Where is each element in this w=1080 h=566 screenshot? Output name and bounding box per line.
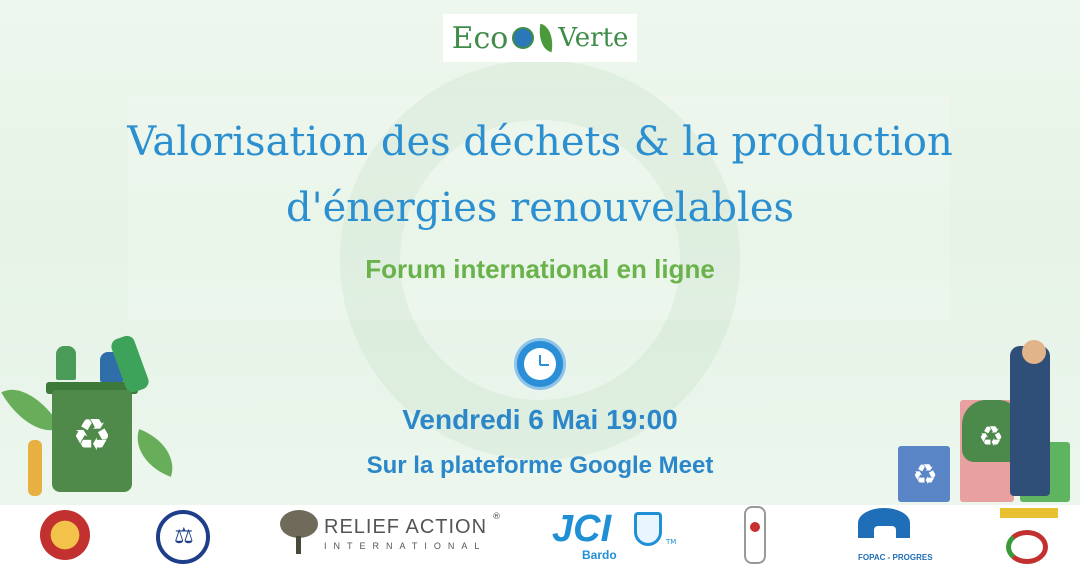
fopac-logo bbox=[858, 508, 916, 552]
logo-text-eco: Eco bbox=[451, 20, 509, 56]
ecoverte-logo: Eco Verte bbox=[443, 14, 637, 62]
scale-icon: ⚖ bbox=[174, 524, 194, 549]
jci-chapter-label: Bardo bbox=[582, 548, 617, 562]
event-date-time: Vendredi 6 Mai 19:00 bbox=[402, 404, 678, 435]
event-title-line1: Valorisation des déchets & la production bbox=[127, 119, 953, 165]
child-illustration bbox=[28, 440, 42, 496]
recycle-icon: ♻ bbox=[978, 420, 1004, 453]
fopac-label: FOPAC - PROGRES bbox=[858, 553, 933, 562]
relief-action-tree-logo bbox=[278, 510, 320, 554]
justice-scale-logo: ⚖ bbox=[156, 510, 210, 564]
person-illustration bbox=[56, 346, 76, 380]
jci-logo-text: JCI bbox=[552, 508, 612, 550]
relief-action-subtitle: INTERNATIONAL bbox=[324, 541, 487, 551]
jci-trademark: TM bbox=[666, 538, 677, 546]
relief-action-name: RELIEF ACTION bbox=[324, 516, 488, 538]
partner-logo-ring bbox=[1000, 508, 1058, 564]
logo-text-verte: Verte bbox=[558, 23, 629, 53]
recycle-icon: ♻ bbox=[72, 410, 112, 461]
relief-action-registered-mark: ® bbox=[492, 512, 501, 522]
globe-icon bbox=[512, 27, 535, 49]
event-subtitle: Forum international en ligne bbox=[365, 254, 715, 284]
partner-logo-dot bbox=[750, 522, 760, 532]
man-illustration bbox=[1010, 346, 1050, 496]
jci-shield-icon bbox=[634, 512, 662, 546]
recycle-icon: ♻ bbox=[912, 458, 938, 491]
event-title-line2: d'énergies renouvelables bbox=[285, 185, 795, 231]
man-head-illustration bbox=[1022, 340, 1046, 364]
clock-icon bbox=[514, 338, 566, 390]
african-initiative-logo bbox=[40, 510, 90, 560]
leaf-icon bbox=[536, 23, 557, 53]
partner-logo-tall bbox=[744, 506, 766, 564]
